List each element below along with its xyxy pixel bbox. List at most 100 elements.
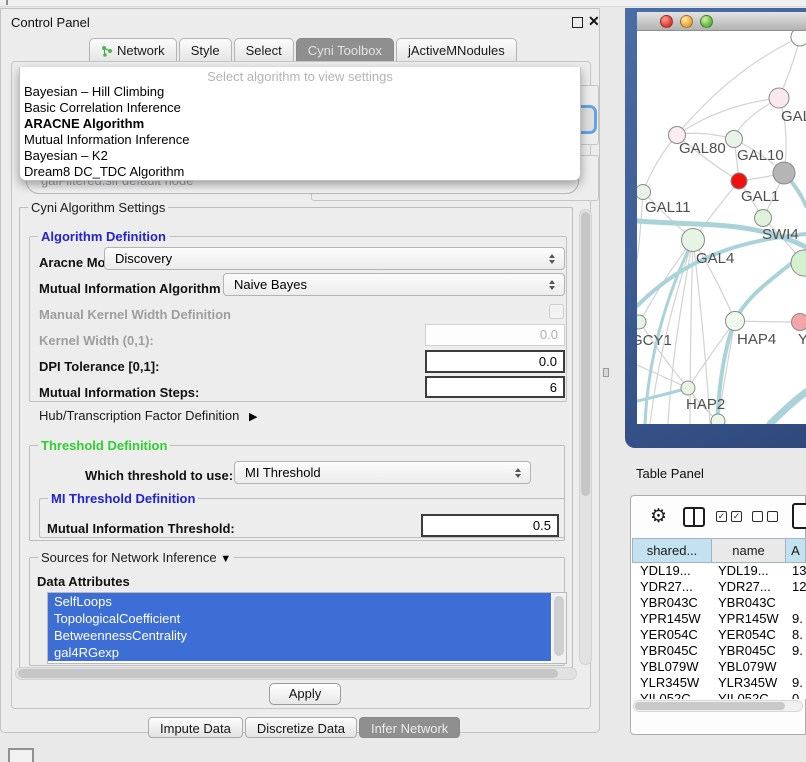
attribute-item-gal4rgexp[interactable]: gal4RGexp	[48, 644, 551, 661]
table-cell: YBL079W	[712, 659, 786, 675]
tab-impute-data[interactable]: Impute Data	[148, 717, 243, 738]
attribute-item-topologicalcoefficient[interactable]: TopologicalCoefficient	[48, 610, 551, 627]
table-row[interactable]: YDL19...YDL19...13	[632, 563, 806, 579]
deselect-all-checkbox-icon[interactable]	[752, 511, 763, 522]
horizontal-scrollbar-thumb[interactable]	[18, 669, 558, 678]
kernel-width-label: Kernel Width (0,1):	[39, 333, 154, 348]
network-canvas[interactable]: GALGAL80GAL10GAL1GAL11SWI4GAL4GCY1HAP4YH…	[637, 31, 806, 424]
minimize-traffic-light[interactable]	[680, 15, 693, 28]
dpi-tolerance-field[interactable]: 0.0	[425, 350, 565, 373]
table-cell: YBR045C	[632, 643, 712, 659]
dropdown-item-basic-correlation-inference[interactable]: Basic Correlation Inference	[20, 100, 580, 116]
splitter-handle[interactable]	[603, 368, 609, 377]
table-scrollbar-thumb[interactable]	[635, 702, 785, 710]
network-node-label: SWI4	[762, 226, 799, 243]
table-row[interactable]: YLR345WYLR345W9.	[632, 675, 806, 691]
tab-select[interactable]: Select	[234, 38, 294, 61]
network-node-label: GAL80	[679, 140, 726, 157]
dropdown-item-dream8-dc-tdc-algorithm[interactable]: Dream8 DC_TDC Algorithm	[20, 164, 580, 180]
close-traffic-light[interactable]	[660, 15, 673, 28]
dropdown-item-aracne-algorithm[interactable]: ARACNE Algorithm	[20, 116, 580, 132]
network-node-label: GAL10	[737, 147, 784, 164]
network-node-label: GCY1	[637, 332, 672, 349]
mi-threshold-field[interactable]: 0.5	[421, 514, 559, 537]
network-node-hap4[interactable]	[726, 312, 745, 331]
table-row[interactable]: YIL052CYIL052C0.	[632, 691, 806, 699]
mi-steps-field[interactable]: 6	[425, 376, 565, 398]
tab-style[interactable]: Style	[179, 38, 232, 61]
network-node[interactable]	[791, 250, 806, 276]
table-cell: YIL052C	[632, 691, 712, 699]
table-rows: YDL19...YDL19...13YDR27...YDR27...12YBR0…	[632, 563, 806, 699]
table-row[interactable]: YER054CYER054C8.	[632, 627, 806, 643]
network-node[interactable]	[791, 31, 806, 46]
table-cell: 13	[786, 563, 806, 579]
function-builder-icon[interactable]	[792, 503, 806, 529]
dropdown-item-bayesian-k2[interactable]: Bayesian – K2	[20, 148, 580, 164]
network-node-y[interactable]	[792, 314, 806, 331]
network-node-label: HAP2	[686, 396, 725, 413]
stepper-arrows-icon	[510, 468, 526, 478]
select-all-checkbox-icon[interactable]: ✓	[716, 511, 727, 522]
dropdown-item-bayesian-hill-climbing[interactable]: Bayesian – Hill Climbing	[20, 84, 580, 100]
vertical-scrollbar-thumb[interactable]	[581, 212, 590, 496]
table-cell: YBR043C	[632, 595, 712, 611]
network-node[interactable]	[773, 162, 795, 184]
mi-type-combobox[interactable]: Naive Bayes	[223, 273, 565, 296]
network-node[interactable]	[711, 414, 725, 424]
network-node-gal4[interactable]	[682, 229, 705, 252]
network-node-gal11[interactable]	[637, 185, 651, 200]
split-columns-icon[interactable]	[683, 507, 705, 527]
mi-threshold-label: Mutual Information Threshold:	[47, 521, 235, 536]
network-node-gal[interactable]	[769, 88, 789, 108]
table-cell: 12	[786, 579, 806, 595]
which-threshold-combobox[interactable]: MI Threshold	[234, 461, 531, 484]
table-row[interactable]: YBR045CYBR045C9.	[632, 643, 806, 659]
network-node-gal10[interactable]	[726, 131, 743, 148]
expand-triangle-icon[interactable]: ▶	[249, 411, 257, 423]
table-row[interactable]: YBR043CYBR043C	[632, 595, 806, 611]
dropdown-item-mutual-information-inference[interactable]: Mutual Information Inference	[20, 132, 580, 148]
network-edge-highlighted	[770, 392, 806, 424]
tab-jactivemnodules[interactable]: jActiveMNodules	[396, 38, 517, 61]
table-header-row: shared...nameA	[632, 538, 806, 563]
gear-icon[interactable]: ⚙	[650, 505, 667, 528]
attributes-scrollbar-thumb[interactable]	[554, 596, 564, 656]
tab-label: Select	[246, 43, 282, 58]
table-row[interactable]: YDR27...YDR27...12	[632, 579, 806, 595]
cyni-bottom-tabs: Impute DataDiscretize DataInfer Network	[148, 717, 462, 738]
tab-discretize-data[interactable]: Discretize Data	[245, 717, 357, 738]
float-window-icon[interactable]	[572, 17, 583, 28]
data-attributes-list[interactable]: SelfLoopsTopologicalCoefficientBetweenne…	[47, 592, 567, 664]
attribute-item-betweennesscentrality[interactable]: BetweennessCentrality	[48, 627, 551, 644]
apply-button[interactable]: Apply	[269, 683, 341, 705]
sources-group-title: Sources for Network Inference ▼	[38, 550, 234, 565]
network-node-gcy1[interactable]	[637, 315, 646, 329]
stepper-arrows-icon	[544, 254, 560, 264]
deselect-all-checkbox-icon[interactable]	[767, 511, 778, 522]
tab-network[interactable]: Network	[89, 38, 177, 61]
network-node-hap2[interactable]	[681, 381, 695, 395]
table-row[interactable]: YBL079WYBL079W	[632, 659, 806, 675]
close-icon[interactable]: ✕	[588, 13, 600, 30]
column-header-shared[interactable]: shared...	[632, 538, 712, 563]
aracne-mode-combobox[interactable]: Discovery	[104, 247, 565, 270]
network-node-gal1[interactable]	[731, 173, 747, 189]
tab-cyni-toolbox[interactable]: Cyni Toolbox	[296, 38, 394, 61]
select-all-checkbox-icon[interactable]: ✓	[731, 511, 742, 522]
collapse-triangle-icon[interactable]: ▼	[220, 553, 231, 565]
column-header-a[interactable]: A	[786, 538, 806, 563]
network-node-swi4[interactable]	[755, 210, 772, 227]
top-strip	[0, 0, 806, 7]
tab-infer-network[interactable]: Infer Network	[359, 717, 460, 738]
threshold-definition-title: Threshold Definition	[38, 438, 170, 453]
hub-definition-label[interactable]: Hub/Transcription Factor Definition ▶	[39, 408, 257, 423]
data-attributes-label: Data Attributes	[37, 574, 130, 589]
attribute-item-selfloops[interactable]: SelfLoops	[48, 593, 551, 610]
minimized-window-icon[interactable]	[8, 748, 34, 762]
zoom-traffic-light[interactable]	[700, 15, 713, 28]
table-row[interactable]: YPR145WYPR145W9.	[632, 611, 806, 627]
tab-label: Cyni Toolbox	[308, 43, 382, 58]
network-window-titlebar[interactable]	[637, 12, 806, 31]
column-header-name[interactable]: name	[712, 538, 786, 563]
